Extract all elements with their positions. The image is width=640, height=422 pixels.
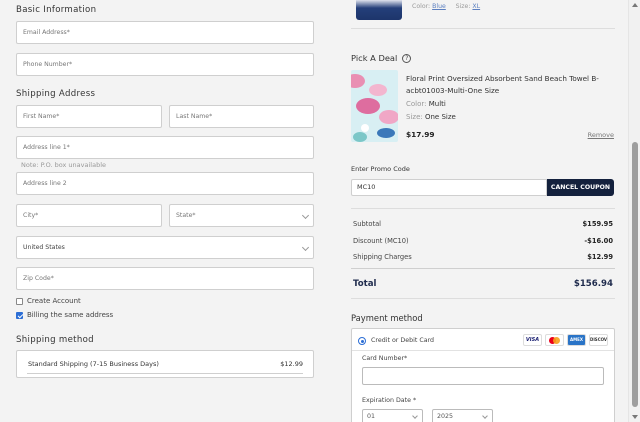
billing-same-label: Billing the same address <box>27 311 114 319</box>
promo-code-label: Enter Promo Code <box>351 165 410 173</box>
discount-label: Discount (MC10) <box>353 237 409 245</box>
divider <box>351 208 615 209</box>
promo-code-input[interactable]: MC10 <box>351 179 547 196</box>
expiration-date-label: Expiration Date * <box>362 397 417 404</box>
mastercard-icon <box>545 334 564 346</box>
deal-size-value: One Size <box>424 113 456 121</box>
billing-same-checkbox[interactable] <box>16 311 23 319</box>
phone-field[interactable]: Phone Number* <box>16 53 314 76</box>
shipping-option-price: $12.99 <box>280 360 303 368</box>
address-line2-field[interactable]: Address line 2 <box>16 172 314 195</box>
address-line1-field[interactable]: Address line 1* <box>16 136 314 159</box>
expiration-month-select[interactable]: 01 <box>362 409 423 422</box>
shipping-method-title: Shipping method <box>16 335 94 345</box>
remove-deal-link[interactable]: Remove <box>588 131 614 139</box>
color-value: Blue <box>432 3 446 10</box>
total-row: Total $156.94 <box>353 279 613 289</box>
shipping-option-label: Standard Shipping (7-15 Business Days) <box>28 360 159 368</box>
scroll-up-arrow-icon[interactable] <box>632 3 638 7</box>
color-label: Color: <box>412 3 431 10</box>
divider <box>352 350 614 351</box>
subtotal-label: Subtotal <box>353 220 382 228</box>
checkout-form: Basic Information Email Address* Phone N… <box>0 0 334 422</box>
divider <box>351 28 615 29</box>
size-value: XL <box>472 3 481 10</box>
expiration-year-select[interactable]: 2025 <box>432 409 493 422</box>
card-number-input[interactable] <box>362 367 604 385</box>
create-account-label: Create Account <box>27 297 81 305</box>
towel-product-image <box>351 70 398 142</box>
payment-method-title: Payment method <box>351 313 423 323</box>
shipping-option-standard[interactable]: Standard Shipping (7-15 Business Days) $… <box>16 350 314 378</box>
zip-code-field[interactable]: Zip Code* <box>16 267 314 290</box>
cancel-coupon-button[interactable]: CANCEL COUPON <box>547 179 614 196</box>
po-box-note: Note: P.O. box unavailable <box>21 161 106 169</box>
state-select[interactable]: State* <box>169 204 314 227</box>
country-select[interactable]: United States <box>16 236 314 259</box>
card-payment-radio[interactable] <box>358 337 366 345</box>
divider <box>351 298 615 299</box>
total-value: $156.94 <box>573 279 613 289</box>
card-logos: VISA AMEX DISCOVER <box>523 334 608 346</box>
help-icon[interactable]: ? <box>402 53 412 63</box>
last-name-field[interactable]: Last Name* <box>169 105 314 128</box>
amex-icon: AMEX <box>567 334 586 346</box>
basic-info-title: Basic Information <box>16 5 97 15</box>
discount-row: Discount (MC10) -$16.00 <box>353 237 613 245</box>
size-label: Size: <box>455 3 471 10</box>
divider <box>27 373 303 374</box>
cart-item-meta: Color: Blue Size: XL <box>412 3 480 10</box>
shipping-charges-value: $12.99 <box>587 253 613 261</box>
deal-product-price: $17.99 <box>406 130 435 139</box>
scrollbar[interactable] <box>628 0 640 422</box>
divider <box>351 268 615 269</box>
discover-icon: DISCOVER <box>589 334 608 346</box>
card-number-label: Card Number* <box>362 355 408 362</box>
total-label: Total <box>353 279 377 289</box>
shipping-address-title: Shipping Address <box>16 89 96 99</box>
create-account-option[interactable]: Create Account <box>16 297 81 305</box>
visa-icon: VISA <box>523 334 542 346</box>
cart-item-thumbnail <box>356 0 402 20</box>
create-account-checkbox[interactable] <box>16 297 23 305</box>
subtotal-row: Subtotal $159.95 <box>353 220 613 228</box>
city-field[interactable]: City* <box>16 204 162 227</box>
deal-product-size: Size: One Size <box>406 113 456 121</box>
scroll-thumb[interactable] <box>632 142 638 407</box>
billing-same-option[interactable]: Billing the same address <box>16 311 113 319</box>
deal-product-name[interactable]: Floral Print Oversized Absorbent Sand Be… <box>406 73 616 97</box>
first-name-field[interactable]: First Name* <box>16 105 162 128</box>
payment-option-card: Credit or Debit Card VISA AMEX DISCOVER … <box>351 328 615 422</box>
subtotal-value: $159.95 <box>582 220 613 228</box>
email-field[interactable]: Email Address* <box>16 21 314 44</box>
discount-value: -$16.00 <box>584 237 613 245</box>
order-summary: Color: Blue Size: XL Pick A Deal ? Flora… <box>334 0 628 422</box>
pick-a-deal-label: Pick A Deal <box>351 53 398 63</box>
shipping-charges-row: Shipping Charges $12.99 <box>353 253 613 261</box>
card-payment-label: Credit or Debit Card <box>371 337 435 344</box>
deal-color-value: Multi <box>428 100 446 108</box>
scroll-down-arrow-icon[interactable] <box>632 415 638 419</box>
deal-product-color: Color: Multi <box>406 100 446 108</box>
deal-color-label: Color: <box>406 100 427 108</box>
shipping-charges-label: Shipping Charges <box>353 253 412 261</box>
pick-a-deal-title: Pick A Deal ? <box>351 53 412 63</box>
deal-size-label: Size: <box>406 113 423 121</box>
